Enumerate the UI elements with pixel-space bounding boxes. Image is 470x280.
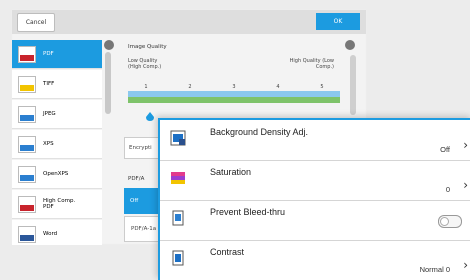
image-quality-title: Image Quality: [128, 44, 167, 50]
settings-scrollbar[interactable]: [350, 55, 356, 115]
image-quality-low-label: Low Quality (High Comp.): [128, 58, 162, 70]
file-format-label: JPEG: [43, 111, 56, 117]
popup-row-title: Background Density Adj.: [210, 127, 309, 137]
cancel-button[interactable]: Cancel: [17, 13, 55, 32]
popup-row-title: Saturation: [210, 167, 252, 177]
scale-tick-2: 2: [188, 84, 191, 90]
image-quality-high-label: High Quality (Low Comp.): [289, 58, 334, 70]
image-quality-slider[interactable]: 1 2 3 4 5: [128, 82, 340, 104]
tiff-file-icon: [18, 75, 36, 93]
scale-tick-4: 4: [276, 84, 279, 90]
file-format-word[interactable]: Word: [12, 220, 102, 245]
pdf-file-icon: [18, 45, 36, 63]
high-comp-pdf-file-icon: [18, 195, 36, 213]
quality-preview-ground: [128, 97, 340, 103]
popup-row-title: Prevent Bleed-thru: [210, 207, 286, 217]
prevent-bleed-toggle[interactable]: [438, 215, 462, 228]
chevron-right-icon: ›: [463, 138, 468, 152]
popup-row-value: Off: [440, 145, 450, 154]
chevron-right-icon: ›: [463, 258, 468, 272]
popup-row-prevent-bleed-thru[interactable]: Prevent Bleed-thru: [160, 200, 470, 241]
popup-row-saturation[interactable]: Saturation 0 ›: [160, 160, 470, 201]
xps-file-icon: [18, 135, 36, 153]
chevron-right-icon: ›: [463, 178, 468, 192]
pdfa-label: PDF/A: [128, 176, 145, 182]
saturation-icon: [171, 172, 185, 184]
file-format-label: Word: [43, 231, 58, 237]
scroll-up-icon[interactable]: [104, 40, 114, 50]
image-adjustment-popup: Background Density Adj. Off › Saturation…: [158, 118, 470, 280]
scale-tick-3: 3: [232, 84, 235, 90]
top-bar: [12, 10, 366, 34]
scroll-up-icon[interactable]: [345, 40, 355, 50]
jpeg-file-icon: [18, 105, 36, 123]
popup-row-background-density[interactable]: Background Density Adj. Off ›: [160, 120, 470, 161]
file-format-pdf[interactable]: PDF: [12, 40, 102, 69]
file-list-scrollbar[interactable]: [105, 52, 111, 114]
popup-row-contrast[interactable]: Contrast Normal 0 ›: [160, 240, 470, 280]
file-format-openxps[interactable]: OpenXPS: [12, 160, 102, 189]
file-format-list: PDF TIFF JPEG XPS OpenXPS High Comp. PDF…: [12, 40, 102, 245]
scale-tick-5: 5: [320, 84, 323, 90]
openxps-file-icon: [18, 165, 36, 183]
popup-row-title: Contrast: [210, 247, 245, 257]
contrast-icon: [172, 250, 184, 266]
file-format-label: High Comp. PDF: [43, 198, 76, 210]
prevent-bleed-icon: [172, 210, 184, 226]
popup-row-value: 0: [445, 185, 450, 194]
file-format-tiff[interactable]: TIFF: [12, 70, 102, 99]
file-format-label: OpenXPS: [43, 171, 69, 177]
scale-tick-1: 1: [144, 84, 147, 90]
file-format-jpeg[interactable]: JPEG: [12, 100, 102, 129]
file-format-label: XPS: [43, 141, 54, 147]
file-format-label: PDF: [43, 51, 54, 57]
file-format-high-comp-pdf[interactable]: High Comp. PDF: [12, 190, 102, 219]
word-file-icon: [18, 225, 36, 243]
background-density-icon: [170, 130, 186, 146]
file-format-xps[interactable]: XPS: [12, 130, 102, 159]
slider-marker-icon[interactable]: [146, 112, 154, 121]
file-format-label: TIFF: [43, 81, 55, 87]
ok-button[interactable]: OK: [316, 13, 360, 30]
popup-row-value: Normal 0: [419, 265, 450, 274]
